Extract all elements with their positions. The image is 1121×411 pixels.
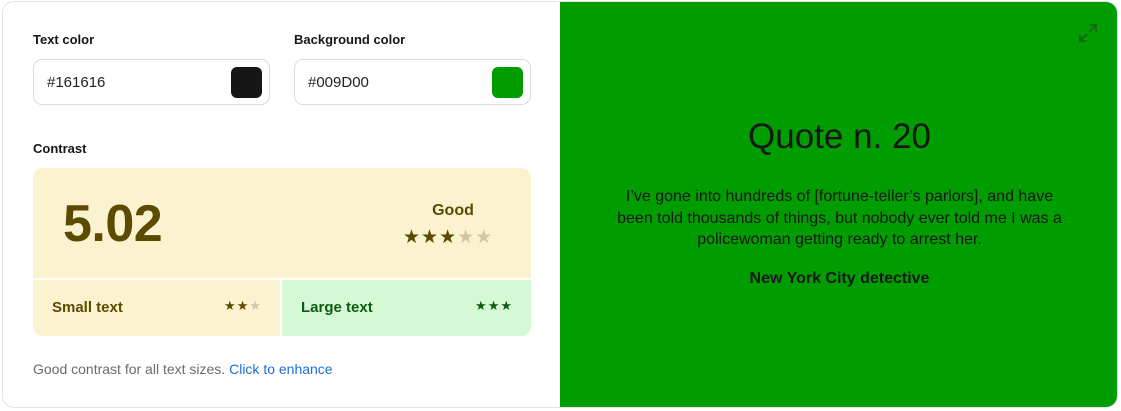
text-color-swatch[interactable] [231, 67, 262, 98]
expand-icon[interactable] [1077, 22, 1099, 44]
star-empty-icon: ★ [475, 226, 494, 248]
contrast-rating-stars: ★★★★★ [403, 226, 493, 248]
contrast-ratio-panel: 5.02 Good ★★★★★ [33, 168, 531, 278]
star-empty-icon: ★ [249, 299, 262, 314]
star-filled-icon: ★ [224, 299, 237, 314]
star-filled-icon: ★ [500, 299, 513, 314]
background-color-value[interactable]: #009D00 [308, 74, 369, 91]
text-color-input[interactable]: #161616 [33, 59, 270, 105]
large-text-stars: ★★★ [475, 299, 513, 314]
contrast-checker-card: Text color #161616 Background color #009… [2, 1, 1118, 408]
contrast-label: Contrast [33, 141, 87, 156]
star-filled-icon: ★ [421, 226, 440, 248]
large-text-label: Large text [301, 299, 373, 316]
star-filled-icon: ★ [403, 226, 422, 248]
star-filled-icon: ★ [487, 299, 501, 314]
preview-title: Quote n. 20 [748, 117, 931, 156]
preview-quote: I’ve gone into hundreds of [fortune-tell… [617, 188, 1062, 248]
preview-author: New York City detective [749, 270, 930, 287]
preview-panel: Quote n. 20 I’ve gone into hundreds of [… [560, 2, 1117, 407]
text-color-value[interactable]: #161616 [47, 74, 105, 91]
contrast-result: 5.02 Good ★★★★★ Small text ★★★ Large tex… [33, 168, 531, 336]
large-text-rating: Large text ★★★ [282, 280, 531, 336]
background-color-swatch[interactable] [492, 67, 523, 98]
background-color-input[interactable]: #009D00 [294, 59, 531, 105]
star-filled-icon: ★ [439, 226, 458, 248]
small-text-rating: Small text ★★★ [33, 280, 280, 336]
contrast-ratio: 5.02 [63, 195, 163, 253]
status-message: Good contrast for all text sizes. [33, 361, 226, 377]
text-color-label: Text color [33, 32, 95, 47]
star-filled-icon: ★ [475, 299, 488, 314]
contrast-rating: Good [432, 202, 474, 219]
controls-panel: Text color #161616 Background color #009… [3, 2, 560, 407]
enhance-link[interactable]: Click to enhance [229, 361, 333, 377]
contrast-status: Good contrast for all text sizes. Click … [33, 361, 333, 377]
small-text-label: Small text [52, 299, 123, 316]
star-empty-icon: ★ [457, 226, 476, 248]
star-filled-icon: ★ [236, 299, 250, 314]
small-text-stars: ★★★ [224, 299, 262, 314]
background-color-label: Background color [294, 32, 406, 47]
